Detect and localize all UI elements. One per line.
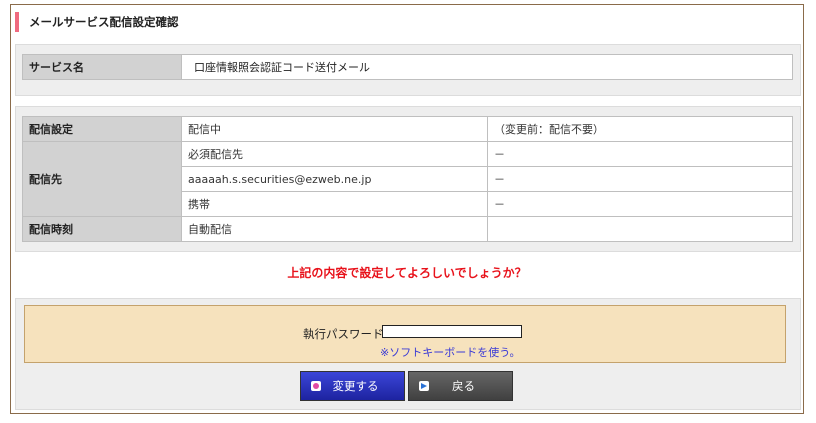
destination-note: －: [487, 141, 793, 167]
change-button-label: 変更する: [332, 379, 379, 393]
destination-note: －: [487, 191, 793, 217]
content-frame: メールサービス配信設定確認 サービス名 口座情報照会認証コード送付メール 配信設…: [10, 4, 804, 414]
pink-dot-icon: [311, 381, 321, 391]
table-row: 配信時刻 自動配信: [22, 216, 793, 242]
action-panel: 執行パスワード ※ソフトキーボードを使う。 変更する 戻る: [15, 298, 801, 410]
table-row: 配信設定 配信中 （変更前：配信不要）: [22, 116, 793, 142]
table-row: 配信先 必須配信先 －: [22, 141, 793, 217]
settings-panel: 配信設定 配信中 （変更前：配信不要） 配信先 必須配信先 － aaaaah.s…: [15, 106, 801, 252]
title-accent-bar: [15, 12, 19, 32]
page-title: メールサービス配信設定確認: [29, 15, 179, 29]
destination-value: 必須配信先: [181, 141, 488, 167]
destination-value: 携帯: [181, 191, 488, 217]
destination-value: aaaaah.s.securities@ezweb.ne.jp: [181, 166, 488, 192]
back-button[interactable]: 戻る: [408, 371, 513, 401]
change-button[interactable]: 変更する: [300, 371, 405, 401]
password-box: 執行パスワード ※ソフトキーボードを使う。: [24, 305, 786, 363]
delivery-setting-label: 配信設定: [22, 116, 182, 142]
back-button-label: 戻る: [452, 379, 475, 393]
delivery-setting-previous: （変更前：配信不要）: [487, 116, 793, 142]
destination-label: 配信先: [22, 141, 182, 217]
service-label: サービス名: [22, 54, 182, 80]
soft-keyboard-link[interactable]: ※ソフトキーボードを使う。: [380, 344, 521, 360]
password-input[interactable]: [382, 325, 522, 338]
delivery-setting-value: 配信中: [181, 116, 488, 142]
service-row: サービス名 口座情報照会認証コード送付メール: [22, 54, 793, 80]
service-table: サービス名 口座情報照会認証コード送付メール: [22, 54, 793, 80]
delivery-time-value: 自動配信: [181, 216, 488, 242]
page-header: メールサービス配信設定確認: [15, 11, 179, 33]
blue-arrow-icon: [419, 381, 429, 391]
delivery-time-note: [487, 216, 793, 242]
service-panel: サービス名 口座情報照会認証コード送付メール: [15, 44, 801, 96]
password-label: 執行パスワード: [303, 327, 384, 341]
settings-table: 配信設定 配信中 （変更前：配信不要） 配信先 必須配信先 － aaaaah.s…: [22, 116, 793, 242]
delivery-time-label: 配信時刻: [22, 216, 182, 242]
destination-note: －: [487, 166, 793, 192]
confirm-message: 上記の内容で設定してよろしいでしょうか？: [287, 266, 527, 280]
service-value: 口座情報照会認証コード送付メール: [181, 54, 793, 80]
